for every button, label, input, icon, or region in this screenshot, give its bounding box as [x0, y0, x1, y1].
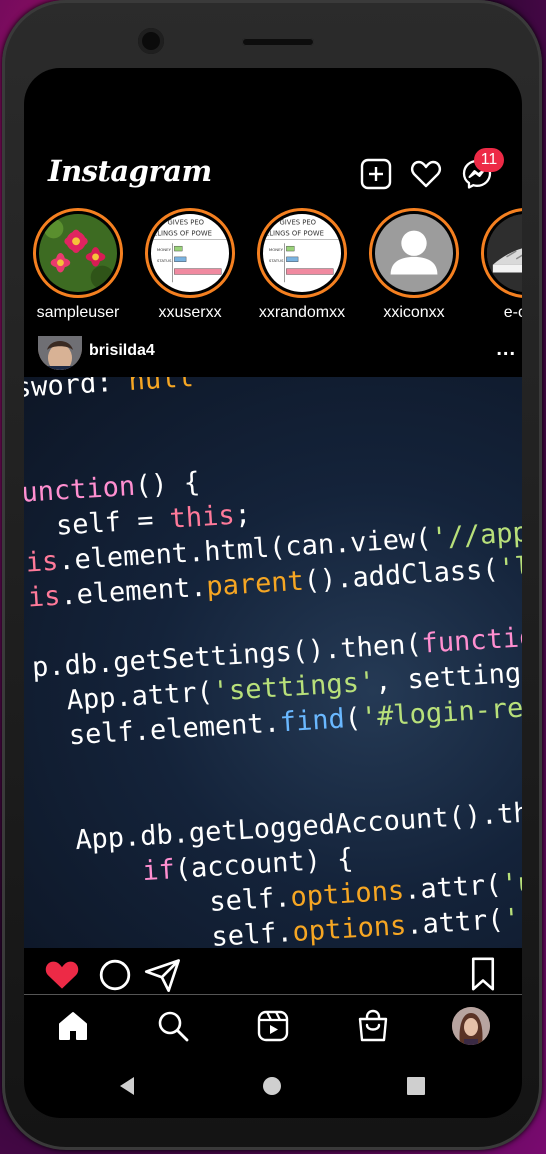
recents-icon[interactable]: [404, 1074, 428, 1098]
story-image-shoe: [487, 214, 522, 292]
code-token: sword:: [24, 377, 130, 404]
code-token: options: [289, 875, 406, 914]
code-token: this: [168, 499, 236, 535]
code-token: null: [127, 377, 195, 397]
code-token: .attr(: [405, 904, 505, 942]
code-token: functio: [420, 621, 522, 660]
story-image-chart: ST GIVES PEO ELINGS OF POWE MONEY STATUS: [151, 214, 229, 292]
story-item[interactable]: xxiconxx: [364, 208, 464, 322]
chart-story-title-1: ST GIVES PEO: [269, 219, 316, 227]
story-image-chart: ST GIVES PEO ELINGS OF POWE MONEY STATUS: [263, 214, 341, 292]
code-token: .element.: [59, 571, 208, 612]
code-token: options: [291, 910, 408, 948]
app-header: Instagram: [24, 148, 522, 198]
chart-story-label-1: MONEY: [269, 247, 284, 252]
code-token: 'lo: [497, 550, 522, 585]
story-item[interactable]: ST GIVES PEO ELINGS OF POWE MONEY STATUS…: [140, 208, 240, 322]
bottom-tab-bar: [24, 994, 522, 1060]
stories-tray: sampleuser ST GIVES PEO ELINGS OF POWE M…: [24, 208, 522, 328]
story-item[interactable]: sampleuser: [28, 208, 128, 322]
chart-story-title-1: ST GIVES PEO: [157, 219, 204, 227]
story-ring: ST GIVES PEO ELINGS OF POWE MONEY STATUS: [257, 208, 347, 298]
like-icon[interactable]: [44, 958, 80, 990]
share-icon[interactable]: [144, 958, 182, 992]
post-actions: [24, 956, 522, 994]
code-token: if: [44, 854, 176, 894]
post-image[interactable]: sword: null unction() { self = this; is.e…: [24, 377, 522, 948]
front-camera: [138, 28, 164, 54]
code-token: () {: [134, 466, 201, 502]
story-image-flower: [39, 214, 117, 292]
chart-story-label-1: MONEY: [157, 247, 172, 252]
story-username: e-com: [503, 304, 522, 321]
code-snippet: sword: null unction() { self = this; is.e…: [24, 377, 522, 948]
code-token: find: [278, 703, 346, 739]
post-header: brisilda4 ...: [24, 336, 522, 372]
code-token: 'pa: [502, 901, 522, 936]
earpiece-speaker: [242, 38, 314, 46]
instagram-logo: Instagram: [48, 154, 212, 188]
default-avatar-icon: [375, 214, 453, 292]
code-token: unction: [24, 470, 137, 509]
story-username: xxrandomxx: [258, 304, 346, 321]
system-navigation-bar: [24, 1064, 522, 1118]
messages-badge: 11: [474, 148, 504, 172]
heart-icon[interactable]: [410, 158, 442, 190]
post-author-avatar[interactable]: [38, 336, 82, 370]
code-token: 'us: [500, 866, 522, 901]
story-ring: ST GIVES PEO ELINGS OF POWE MONEY STATUS: [145, 208, 235, 298]
bookmark-icon[interactable]: [470, 956, 496, 992]
story-username: xxiconxx: [383, 304, 445, 321]
home-icon[interactable]: [56, 1009, 90, 1043]
code-token: is: [26, 580, 62, 614]
search-icon[interactable]: [156, 1009, 190, 1043]
story-username: xxuserxx: [158, 304, 222, 321]
profile-avatar[interactable]: [452, 1007, 490, 1045]
story-ring: [369, 208, 459, 298]
story-item[interactable]: ST GIVES PEO ELINGS OF POWE MONEY STATUS…: [252, 208, 352, 322]
phone-frame: Instagram 11 sampleuser ST GIVES PEO ELI…: [2, 0, 542, 1150]
chart-story-title-2: ELINGS OF POWE: [265, 229, 324, 237]
story-username: sampleuser: [36, 304, 120, 321]
back-icon[interactable]: [116, 1074, 140, 1098]
home-circle-icon[interactable]: [260, 1074, 284, 1098]
code-token: ;: [233, 498, 252, 531]
story-ring: [33, 208, 123, 298]
chart-story-label-2: STATUS: [157, 258, 172, 263]
add-post-icon[interactable]: [360, 158, 392, 190]
story-item[interactable]: e-com: [476, 208, 522, 322]
app-screen: Instagram 11 sampleuser ST GIVES PEO ELI…: [24, 68, 522, 1118]
code-token: .attr(: [403, 869, 503, 907]
more-options-icon[interactable]: ...: [496, 338, 516, 361]
story-ring: [481, 208, 522, 298]
comment-icon[interactable]: [98, 958, 132, 992]
code-token: parent: [205, 565, 305, 603]
shop-icon[interactable]: [356, 1009, 390, 1043]
chart-story-label-2: STATUS: [269, 258, 284, 263]
post-username[interactable]: brisilda4: [89, 342, 155, 360]
reels-icon[interactable]: [256, 1009, 290, 1043]
code-token: '//app/: [430, 515, 522, 554]
code-token: is: [24, 545, 60, 579]
chart-story-title-2: ELINGS OF POWE: [153, 229, 212, 237]
